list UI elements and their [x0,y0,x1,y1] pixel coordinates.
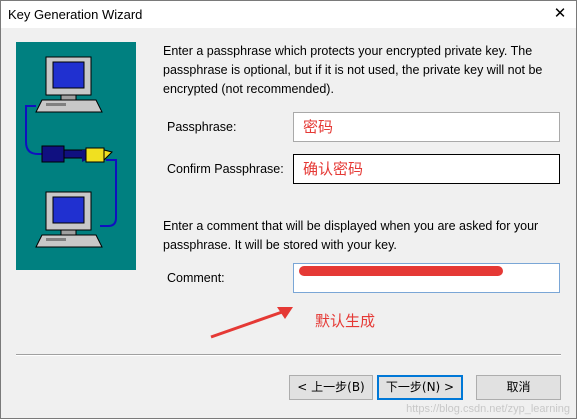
comment-instructions: Enter a comment that will be displayed w… [163,219,539,252]
next-button[interactable]: 下一步(N) > [377,375,463,400]
confirm-passphrase-input[interactable]: 确认密码 [293,154,560,184]
passphrase-instructions: Enter a passphrase which protects your e… [163,44,543,96]
comment-label: Comment: [167,271,225,285]
key-generation-wizard-window: Key Generation Wizard ✕ Enter a passphra… [0,0,577,419]
confirm-passphrase-label: Confirm Passphrase: [167,162,284,176]
watermark-text: https://blog.csdn.net/zyp_learning [406,403,570,415]
computer-icon-top [35,56,103,113]
key-computers-illustration [16,42,136,270]
annotation-arrow [210,307,293,339]
key-icon [41,145,113,163]
annotation-text: 默认生成 [315,312,376,330]
computer-icon-bottom [35,191,103,248]
cancel-button[interactable]: 取消 [476,375,561,400]
passphrase-label: Passphrase: [167,120,237,134]
redaction-mark [299,266,503,276]
close-icon[interactable]: ✕ [550,5,570,23]
title-bar: Key Generation Wizard ✕ [1,1,576,28]
window-title: Key Generation Wizard [8,7,143,22]
back-button[interactable]: < 上一步(B) [289,375,373,400]
passphrase-input[interactable]: 密码 [293,112,560,142]
divider-highlight [16,355,561,356]
